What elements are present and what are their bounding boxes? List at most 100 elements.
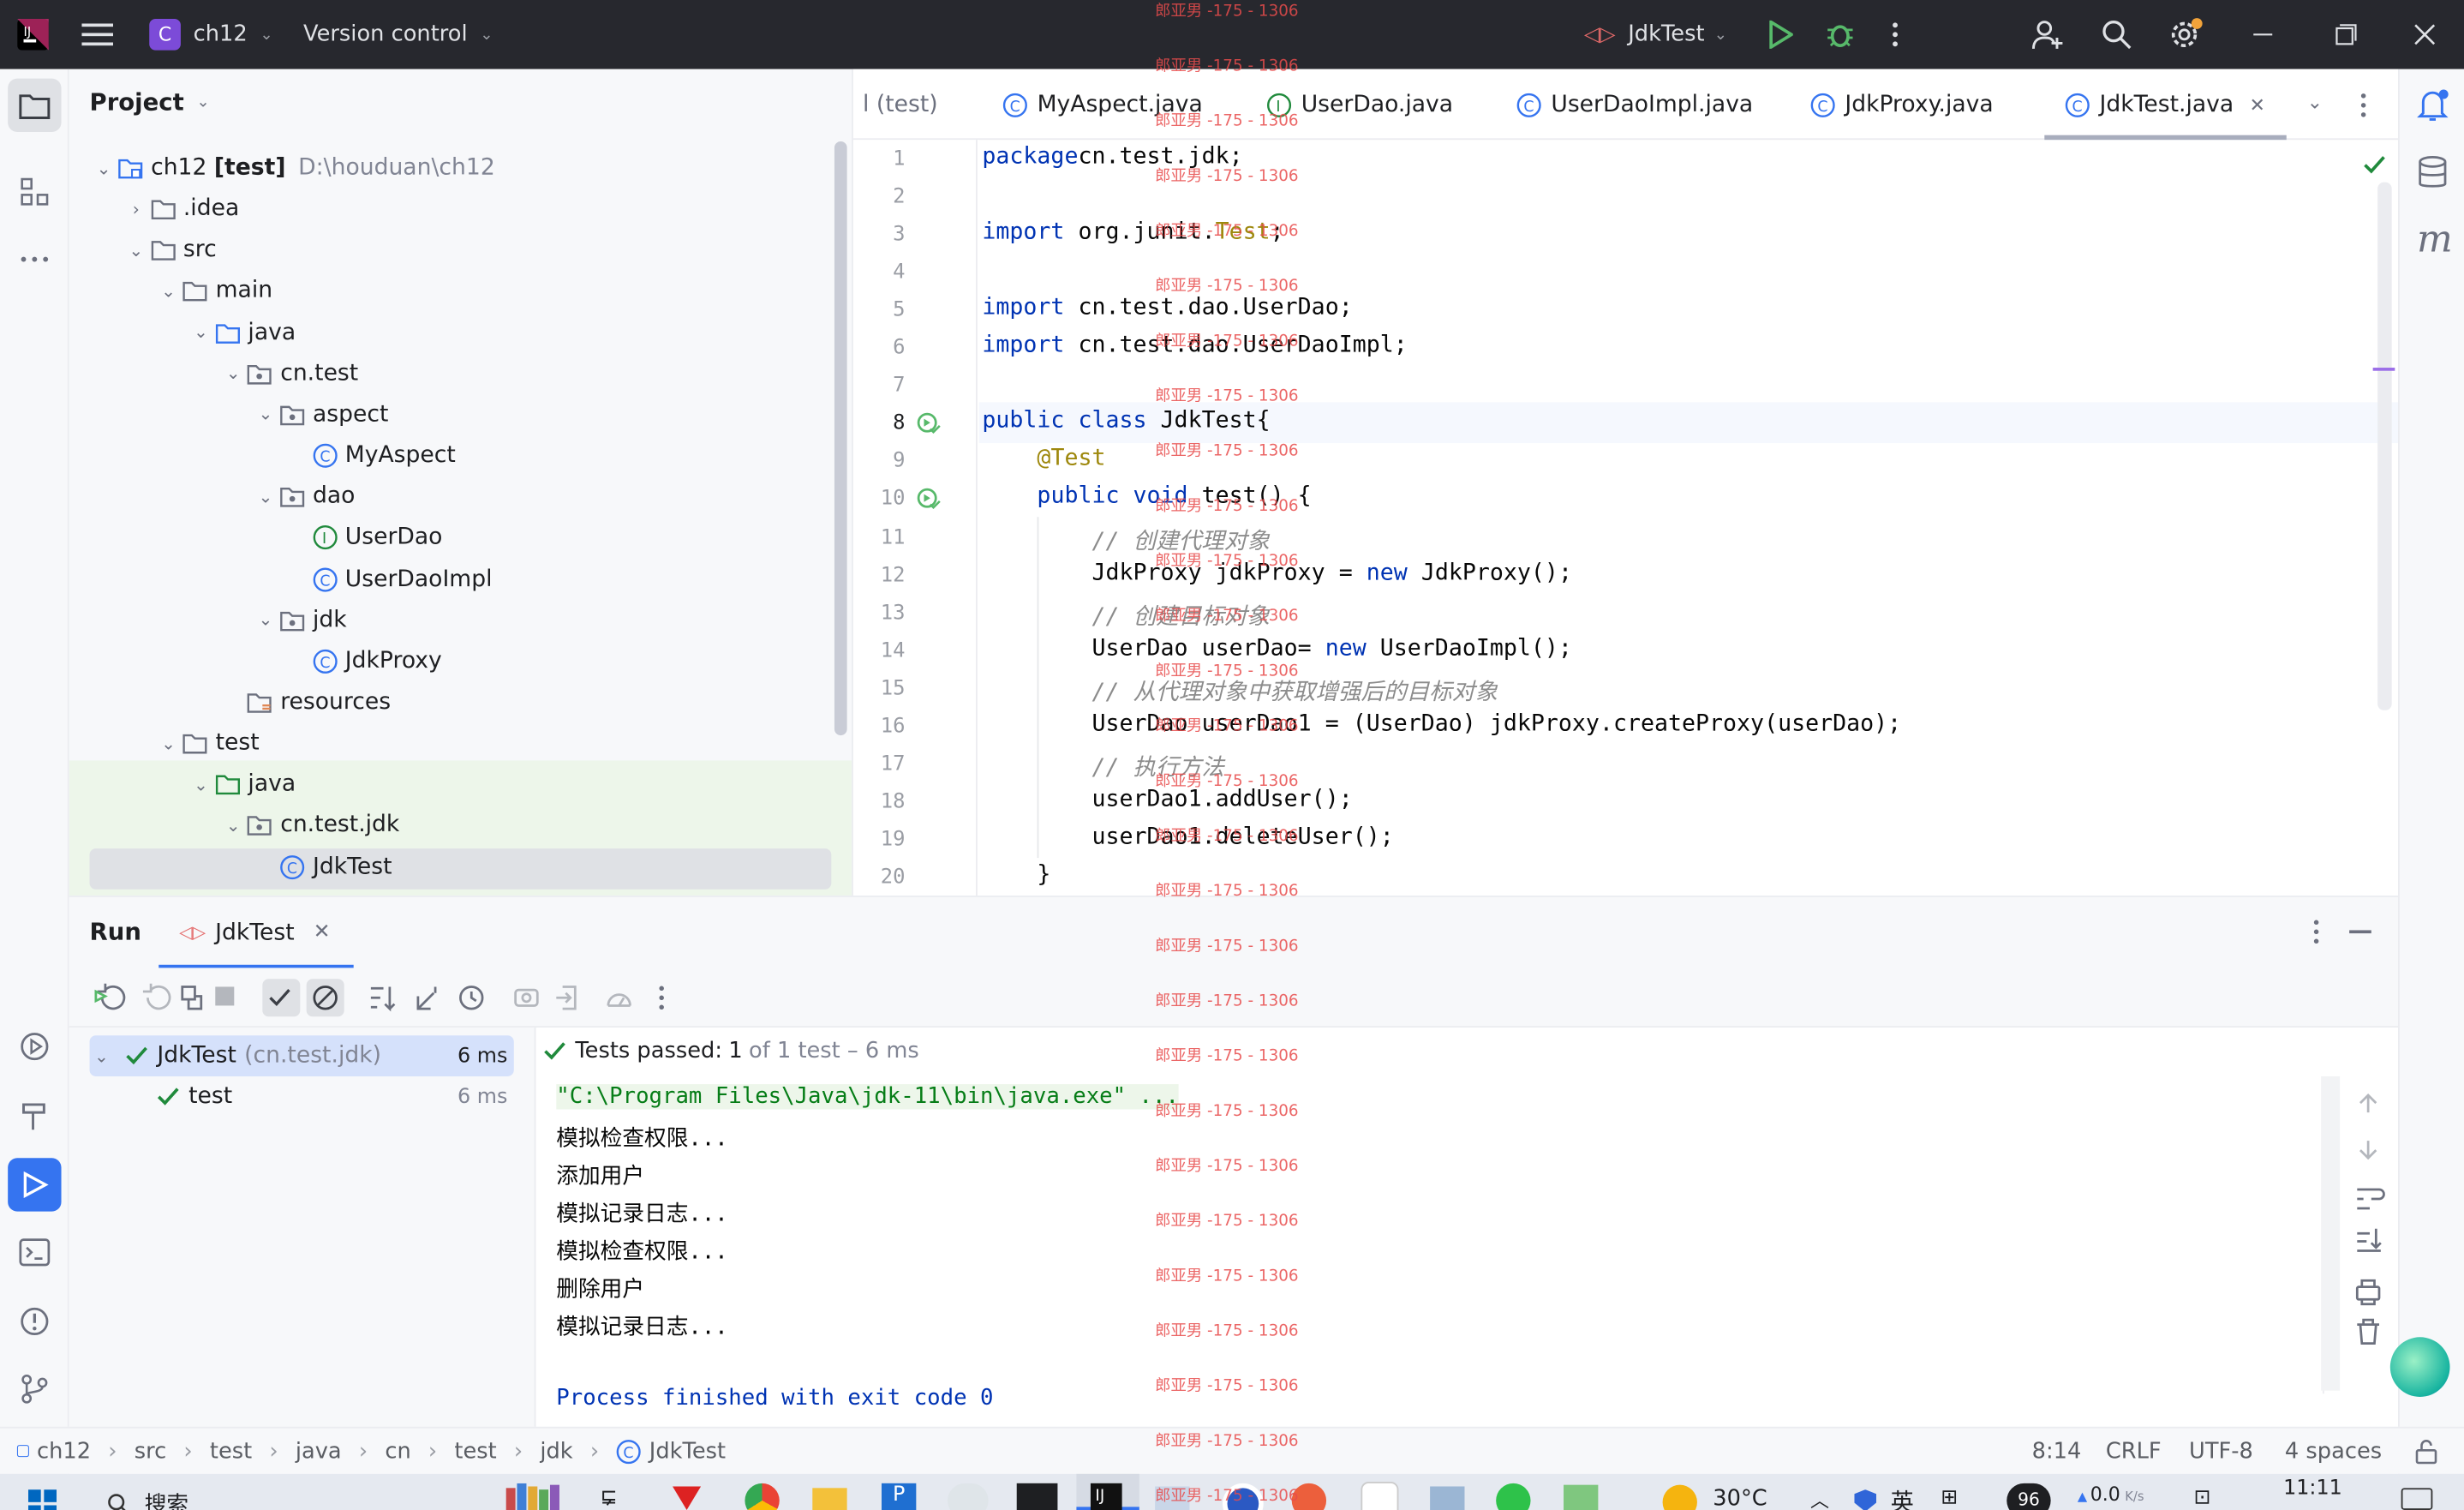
taskbar-app-books-icon[interactable]: [505, 1483, 572, 1510]
search-icon[interactable]: [2101, 0, 2132, 69]
tree-item[interactable]: C JdkProxy: [69, 641, 852, 682]
assistant-bubble-icon[interactable]: [2389, 1337, 2450, 1397]
close-icon[interactable]: ✕: [2250, 93, 2265, 116]
tree-item[interactable]: ⌄ aspect: [69, 394, 852, 435]
maven-icon[interactable]: m: [2417, 217, 2453, 261]
vcs-widget[interactable]: Version control ⌄: [303, 0, 493, 69]
taskbar-app-chrome-icon[interactable]: [745, 1483, 780, 1510]
close-icon[interactable]: ✕: [314, 920, 331, 944]
tree-item[interactable]: ⌄ java: [69, 764, 852, 806]
taskbar-app-qq-icon[interactable]: [1361, 1481, 1399, 1510]
more-vertical-icon[interactable]: [2359, 91, 2368, 125]
tray-window-icon[interactable]: ⊡: [2194, 1486, 2211, 1510]
notifications-icon[interactable]: [2417, 88, 2451, 129]
editor-tab[interactable]: C UserDaoImpl.java: [1516, 69, 1753, 141]
more-vertical-icon[interactable]: [2311, 918, 2321, 952]
chevron-down-icon[interactable]: ⌄: [221, 813, 246, 838]
indent-setting[interactable]: 4 spaces: [2285, 1429, 2382, 1474]
tree-item[interactable]: › .idea: [69, 189, 852, 230]
editor-scrollbar[interactable]: [2377, 182, 2392, 710]
restore-icon[interactable]: [2335, 0, 2358, 69]
project-tool-icon[interactable]: [8, 78, 62, 133]
tree-item[interactable]: C UserDaoImpl: [69, 559, 852, 600]
services-tool-icon[interactable]: [8, 1020, 61, 1073]
line-separator[interactable]: CRLF: [2106, 1429, 2162, 1474]
taskbar-app-wps-icon[interactable]: [673, 1486, 702, 1510]
breadcrumb-item[interactable]: test: [210, 1439, 252, 1464]
chevron-right-icon[interactable]: ›: [123, 196, 148, 221]
git-tool-icon[interactable]: [8, 1363, 61, 1416]
problems-tool-icon[interactable]: [8, 1295, 61, 1348]
chevron-down-icon[interactable]: ⌄: [91, 156, 116, 181]
console-side-toolbar[interactable]: [2345, 1090, 2392, 1373]
tree-item[interactable]: ⌄ test: [69, 723, 852, 764]
taskbar-app-notes-icon[interactable]: ⋤: [601, 1486, 618, 1510]
windows-start-icon[interactable]: [28, 1489, 57, 1510]
tree-item[interactable]: ⌄ jdk: [69, 600, 852, 641]
run-tab[interactable]: ◁▷ JdkTest ✕: [179, 897, 331, 968]
structure-tool-icon[interactable]: [8, 165, 61, 219]
project-switcher[interactable]: C ch12 ⌄: [149, 0, 273, 69]
chevron-down-icon[interactable]: ⌄: [253, 484, 278, 509]
console[interactable]: Tests passed: 1 of 1 test – 6 ms "C:\Pro…: [537, 1028, 2398, 1429]
taskbar-app-explorer-icon[interactable]: [812, 1488, 847, 1510]
tray-shield-icon[interactable]: [1854, 1489, 1877, 1510]
add-user-icon[interactable]: [2031, 0, 2064, 69]
project-panel-header[interactable]: Project ⌄: [90, 88, 210, 117]
tray-badge[interactable]: 96: [2006, 1483, 2051, 1510]
minimize-icon[interactable]: [2252, 0, 2274, 69]
weather-temp[interactable]: 30°C: [1713, 1486, 1767, 1510]
run-tool-icon[interactable]: [8, 1158, 62, 1212]
tree-item[interactable]: ⌄ java: [69, 312, 852, 353]
chevron-down-icon[interactable]: ⌄: [156, 279, 181, 303]
ime-grid-icon[interactable]: ⊞: [1941, 1486, 1958, 1510]
chevron-down-icon[interactable]: ⌄: [188, 772, 213, 797]
breadcrumb-item[interactable]: ch12: [37, 1439, 91, 1464]
project-scrollbar[interactable]: [834, 141, 847, 736]
taskbar-app-terminal-icon[interactable]: [1016, 1483, 1058, 1510]
clock-time[interactable]: 11:11: [2283, 1477, 2342, 1501]
tree-item[interactable]: C JdkTest: [69, 846, 852, 887]
lock-icon[interactable]: [2415, 1429, 2437, 1474]
debug-icon[interactable]: [1826, 0, 1854, 69]
database-icon[interactable]: [2419, 155, 2447, 197]
taskbar-app-notepad-icon[interactable]: [1564, 1484, 1599, 1510]
run-icon[interactable]: [1767, 0, 1793, 69]
tree-item[interactable]: ⌄ dao: [69, 476, 852, 518]
run-config-selector[interactable]: ◁▷ JdkTest ⌄: [1584, 0, 1727, 69]
test-result-row[interactable]: test 6 ms: [69, 1076, 536, 1118]
chevron-down-icon[interactable]: ⌄: [2307, 91, 2323, 113]
chevron-down-icon[interactable]: ⌄: [253, 608, 278, 632]
breadcrumb-item[interactable]: src: [135, 1439, 167, 1464]
chevron-down-icon[interactable]: ⌄: [253, 402, 278, 427]
chevron-down-icon[interactable]: ⌄: [123, 237, 148, 262]
tree-item[interactable]: resources: [69, 682, 852, 723]
inspection-ok-icon[interactable]: [2364, 151, 2386, 181]
notification-center-icon[interactable]: [2401, 1488, 2433, 1510]
ime-indicator[interactable]: 英: [1891, 1485, 1915, 1510]
app-logo-icon[interactable]: IJ: [17, 0, 49, 69]
taskbar-search[interactable]: 搜索: [107, 1488, 188, 1510]
taskbar-app-intellij-active[interactable]: IJ: [1076, 1473, 1139, 1510]
close-icon[interactable]: [2413, 0, 2436, 69]
chevron-down-icon[interactable]: ⌄: [188, 320, 213, 345]
taskbar-app-p-icon[interactable]: P: [881, 1483, 917, 1510]
console-scrollbar[interactable]: [2321, 1076, 2341, 1391]
code-area[interactable]: packagecn.test.jdk; import org.junit.Test…: [853, 140, 2377, 896]
editor-tab[interactable]: l (test): [863, 69, 938, 141]
editor-tab[interactable]: C JdkTest.java ✕: [2065, 69, 2265, 141]
chevron-down-icon[interactable]: ⌄: [156, 731, 181, 756]
caret-position[interactable]: 8:14: [2032, 1429, 2082, 1474]
settings-gear-icon[interactable]: [2168, 0, 2203, 69]
test-result-row[interactable]: ⌄ JdkTest (cn.test.jdk) 6 ms: [69, 1035, 536, 1076]
tree-item[interactable]: C MyAspect: [69, 435, 852, 476]
tree-item[interactable]: ⌄ ch12 [test] D:\houduan\ch12: [69, 147, 852, 189]
run-toolbar-icons[interactable]: [69, 968, 729, 1028]
tree-item[interactable]: ⌄ cn.test: [69, 353, 852, 394]
breadcrumb-item[interactable]: cn: [385, 1439, 410, 1464]
terminal-tool-icon[interactable]: [8, 1225, 61, 1279]
taskbar-app-chat-icon[interactable]: [948, 1483, 989, 1510]
editor-tab[interactable]: C JdkProxy.java: [1810, 69, 1994, 141]
hide-panel-icon[interactable]: [2349, 930, 2371, 933]
build-tool-icon[interactable]: [8, 1089, 61, 1142]
